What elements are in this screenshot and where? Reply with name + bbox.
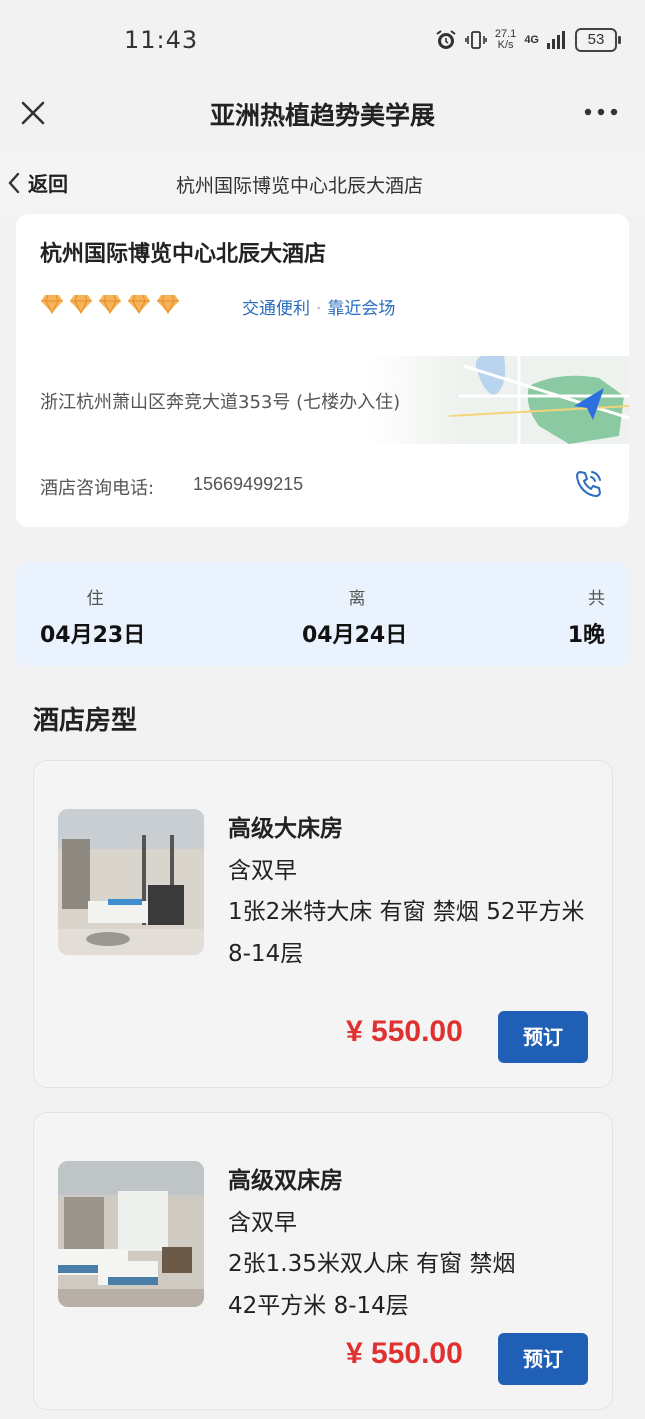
nights-column: 共 1晚 [568,584,605,649]
room-price: ¥ 550.00 [346,1015,463,1048]
room-photo [58,1161,204,1307]
page-title: 亚洲热植趋势美学展 [209,101,435,130]
room-breakfast: 含双早 [228,858,297,884]
room-card: 高级大床房 含双早 1张2米特大床 有窗 禁烟 52平方米 8-14层 ¥ 55… [33,760,613,1088]
network-type: 4G [524,34,539,46]
back-button[interactable]: 返回 [6,168,68,197]
phone-icon[interactable] [573,468,605,500]
phone-label: 酒店咨询电话: [40,478,155,499]
diamond-icon [157,294,179,314]
status-bar: 11:43 27.1 K/s 4G 53 [0,0,645,80]
more-icon[interactable] [583,102,619,122]
title-bar: 亚洲热植趋势美学展 [0,80,645,150]
nights-count: 1晚 [567,623,605,648]
room-price: ¥ 550.00 [346,1337,463,1370]
net-speed-unit: K/s [497,39,514,51]
room-photo [58,809,204,955]
diamond-icon [128,294,150,314]
stay-dates-card[interactable]: 住 04月23日 离 04月24日 共 1晚 [16,562,629,666]
vibrate-icon [465,31,487,49]
chevron-left-icon [8,172,20,193]
room-description: 1张2米特大床 有窗 禁烟 52平方米 8-14层 [228,899,585,967]
checkout-date: 04月24日 [302,623,408,648]
net-speed: 27.1 K/s [495,29,516,51]
nav-title: 杭州国际博览中心北辰大酒店 [176,175,424,197]
room-breakfast: 含双早 [228,1210,297,1236]
room-name: 高级双床房 [228,1168,343,1194]
diamond-icon [41,294,63,314]
book-button[interactable]: 预订 [498,1011,588,1063]
room-card: 高级双床房 含双早 2张1.35米双人床 有窗 禁烟 42平方米 8-14层 ¥… [33,1112,613,1410]
alarm-icon [436,30,456,49]
checkin-column: 住 04月23日 [40,584,150,649]
nav-bar: 返回 杭州国际博览中心北辰大酒店 [0,152,645,214]
diamond-icon [99,294,121,314]
checkin-date: 04月23日 [40,623,146,648]
diamond-icon [70,294,92,314]
location-map[interactable] [369,356,629,444]
status-icons: 27.1 K/s 4G 53 [435,28,621,52]
checkin-label: 住 [86,589,104,609]
phone-number: 15669499215 [193,474,304,494]
tag-near-venue: 靠近会场 [327,299,396,319]
checkout-label: 离 [348,589,366,609]
book-button[interactable]: 预订 [498,1333,588,1385]
hotel-name: 杭州国际博览中心北辰大酒店 [40,242,327,267]
room-name: 高级大床房 [228,816,343,842]
back-label: 返回 [28,172,68,196]
status-time: 11:43 [124,26,199,54]
battery-indicator: 53 [575,28,621,52]
room-description: 2张1.35米双人床 有窗 禁烟 42平方米 8-14层 [228,1251,516,1319]
tag-transport: 交通便利 [242,299,310,319]
hotel-address: 浙江杭州萧山区奔竞大道353号 (七楼办入住) [40,392,401,413]
signal-icon [547,31,565,49]
diamond-rating [40,294,180,314]
nights-label: 共 [588,589,605,609]
rooms-section-title: 酒店房型 [33,706,138,736]
checkout-column: 离 04月24日 [302,584,412,649]
hotel-tags: 交通便利 · 靠近会场 [242,299,396,319]
hotel-info-card: 杭州国际博览中心北辰大酒店 交通便利 · 靠近会场 浙江杭州萧山区奔竞大道353号 … [16,214,629,527]
